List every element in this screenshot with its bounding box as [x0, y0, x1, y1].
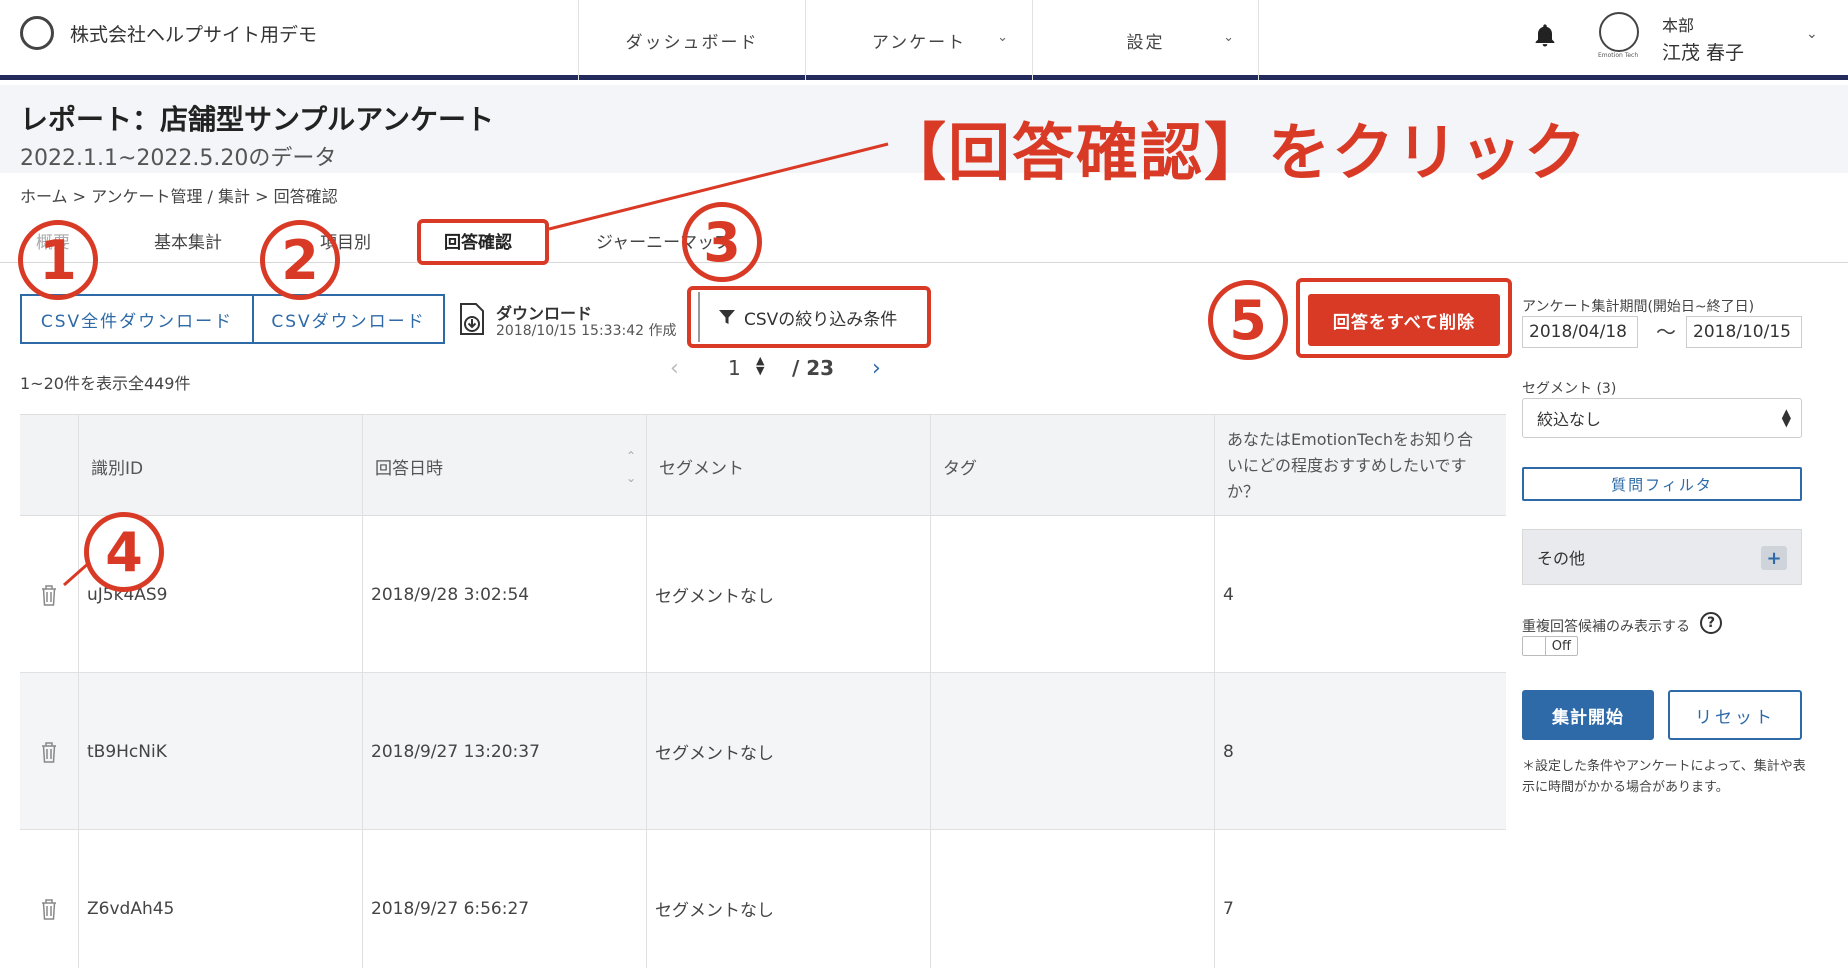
highlight-delete-all — [1296, 278, 1512, 358]
cell-tag — [930, 516, 1214, 673]
highlight-responses-tab — [417, 219, 549, 265]
csv-all-download-button[interactable]: CSV全件ダウンロード — [20, 294, 254, 344]
range-separator: 〜 — [1656, 320, 1676, 344]
duplicate-toggle[interactable]: Off — [1522, 636, 1578, 656]
start-aggregation-button[interactable]: 集計開始 — [1522, 690, 1654, 740]
next-page-icon[interactable]: › — [872, 356, 881, 381]
chevron-down-icon[interactable]: ⌄ — [1806, 26, 1818, 42]
sort-icon[interactable]: ⌃ ⌄ — [626, 445, 636, 489]
header-actions — [20, 415, 78, 517]
cell-segment: セグメントなし — [646, 516, 930, 673]
segment-select[interactable]: 絞込なし ▲ ▼ — [1522, 398, 1802, 438]
header-datetime-label: 回答日時 — [375, 458, 443, 479]
start-date-input[interactable]: 2018/04/18 — [1522, 316, 1638, 348]
top-header: 株式会社ヘルプサイト用デモ ダッシュボード アンケート ⌄ 設定 ⌄ Emoti… — [0, 0, 1848, 80]
header-tag: タグ — [930, 415, 1214, 517]
end-date-input[interactable]: 2018/10/15 — [1686, 316, 1802, 348]
nav-survey-label: アンケート — [871, 32, 967, 53]
cell-score: 8 — [1214, 673, 1498, 830]
nav-settings[interactable]: 設定 ⌄ — [1032, 0, 1259, 80]
table-row: Z6vdAh45 2018/9/27 6:56:27 セグメントなし 7 — [20, 830, 1506, 968]
marker-3: 3 — [682, 202, 762, 282]
cell-id: Z6vdAh45 — [78, 830, 362, 968]
other-section[interactable]: その他 + — [1522, 529, 1802, 585]
company-name[interactable]: 株式会社ヘルプサイト用デモ — [70, 20, 317, 47]
nav-dashboard[interactable]: ダッシュボード — [578, 0, 805, 80]
table-header: 識別ID 回答日時 ⌃ ⌄ セグメント タグ あなたはEmotionTechをお知… — [20, 414, 1506, 517]
nav-settings-label: 設定 — [1126, 32, 1165, 53]
csv-download-button[interactable]: CSVダウンロード — [252, 294, 445, 344]
page-title: レポート：店舗型サンプルアンケート — [20, 103, 495, 136]
cell-segment: セグメントなし — [646, 830, 930, 968]
trash-icon[interactable] — [40, 898, 58, 920]
marker-1: 1 — [18, 220, 98, 300]
sidebar-note: ＊設定した条件やアンケートによって、集計や表示に時間がかかる場合があります。 — [1522, 759, 1806, 795]
cell-datetime: 2018/9/27 6:56:27 — [362, 830, 646, 968]
cell-score: 7 — [1214, 830, 1498, 968]
cell-segment: セグメントなし — [646, 673, 930, 830]
breadcrumb[interactable]: ホーム > アンケート管理 / 集計 > 回答確認 — [20, 183, 338, 207]
page-subtitle: 2022.1.1~2022.5.20のデータ — [20, 146, 337, 171]
duplicate-filter-label: 重複回答候補のみ表示する — [1522, 619, 1690, 635]
select-arrows-icon: ▲ ▼ — [1781, 406, 1791, 429]
prev-page-icon[interactable]: ‹ — [670, 356, 679, 381]
cell-datetime: 2018/9/28 3:02:54 — [362, 516, 646, 673]
total-pages: / 23 — [792, 356, 835, 380]
trash-icon[interactable] — [40, 741, 58, 763]
cell-tag — [930, 673, 1214, 830]
chevron-down-icon: ⌄ — [997, 30, 1010, 45]
toggle-value: Off — [1551, 638, 1571, 654]
table-row: uJ5k4AS9 2018/9/28 3:02:54 セグメントなし 4 — [20, 516, 1506, 673]
other-label: その他 — [1537, 549, 1586, 568]
download-file-icon[interactable] — [458, 302, 486, 336]
nav-survey[interactable]: アンケート ⌄ — [805, 0, 1032, 80]
nav-dashboard-label: ダッシュボード — [625, 32, 759, 53]
marker-4: 4 — [84, 512, 164, 592]
trash-icon[interactable] — [40, 584, 58, 606]
cell-datetime: 2018/9/27 13:20:37 — [362, 673, 646, 830]
highlight-csv-filter — [687, 286, 931, 348]
chevron-down-icon: ⌄ — [1223, 30, 1236, 45]
question-filter-button[interactable]: 質問フィルタ — [1522, 467, 1802, 501]
help-icon[interactable]: ? — [1700, 612, 1722, 634]
result-count: 1~20件を表示全449件 — [20, 374, 191, 393]
company-logo[interactable] — [20, 16, 54, 50]
period-label: アンケート集計期間(開始日~終了日) — [1522, 299, 1755, 315]
download-timestamp: 2018/10/15 15:33:42 作成 — [496, 323, 677, 339]
user-name[interactable]: 江茂 春子 — [1662, 38, 1744, 65]
segment-label: セグメント (3) — [1522, 381, 1617, 397]
avatar-caption: Emotion Tech — [1598, 52, 1639, 59]
page-stepper-icon[interactable]: ▲ ▼ — [756, 355, 764, 376]
marker-5: 5 — [1208, 280, 1288, 360]
header-nps-question: あなたはEmotionTechをお知り合いにどの程度おすすめしたいですか？ — [1214, 415, 1498, 517]
header-datetime[interactable]: 回答日時 ⌃ ⌄ — [362, 415, 646, 517]
avatar[interactable] — [1599, 12, 1639, 52]
bell-icon[interactable] — [1531, 22, 1559, 50]
tab-basic-aggregation[interactable]: 基本集計 — [154, 228, 222, 253]
reset-button[interactable]: リセット — [1668, 690, 1802, 740]
header-segment: セグメント — [646, 415, 930, 517]
cell-tag — [930, 830, 1214, 968]
cell-score: 4 — [1214, 516, 1498, 673]
annotation-headline: 【回答確認】をクリック — [884, 116, 1589, 189]
header-id: 識別ID — [78, 415, 362, 517]
plus-icon[interactable]: + — [1761, 546, 1787, 570]
marker-2: 2 — [260, 220, 340, 300]
current-page[interactable]: 1 — [728, 356, 741, 380]
segment-select-value: 絞込なし — [1537, 410, 1602, 429]
user-org: 本部 — [1662, 16, 1695, 35]
cell-id: tB9HcNiK — [78, 673, 362, 830]
table-row: tB9HcNiK 2018/9/27 13:20:37 セグメントなし 8 — [20, 673, 1506, 830]
